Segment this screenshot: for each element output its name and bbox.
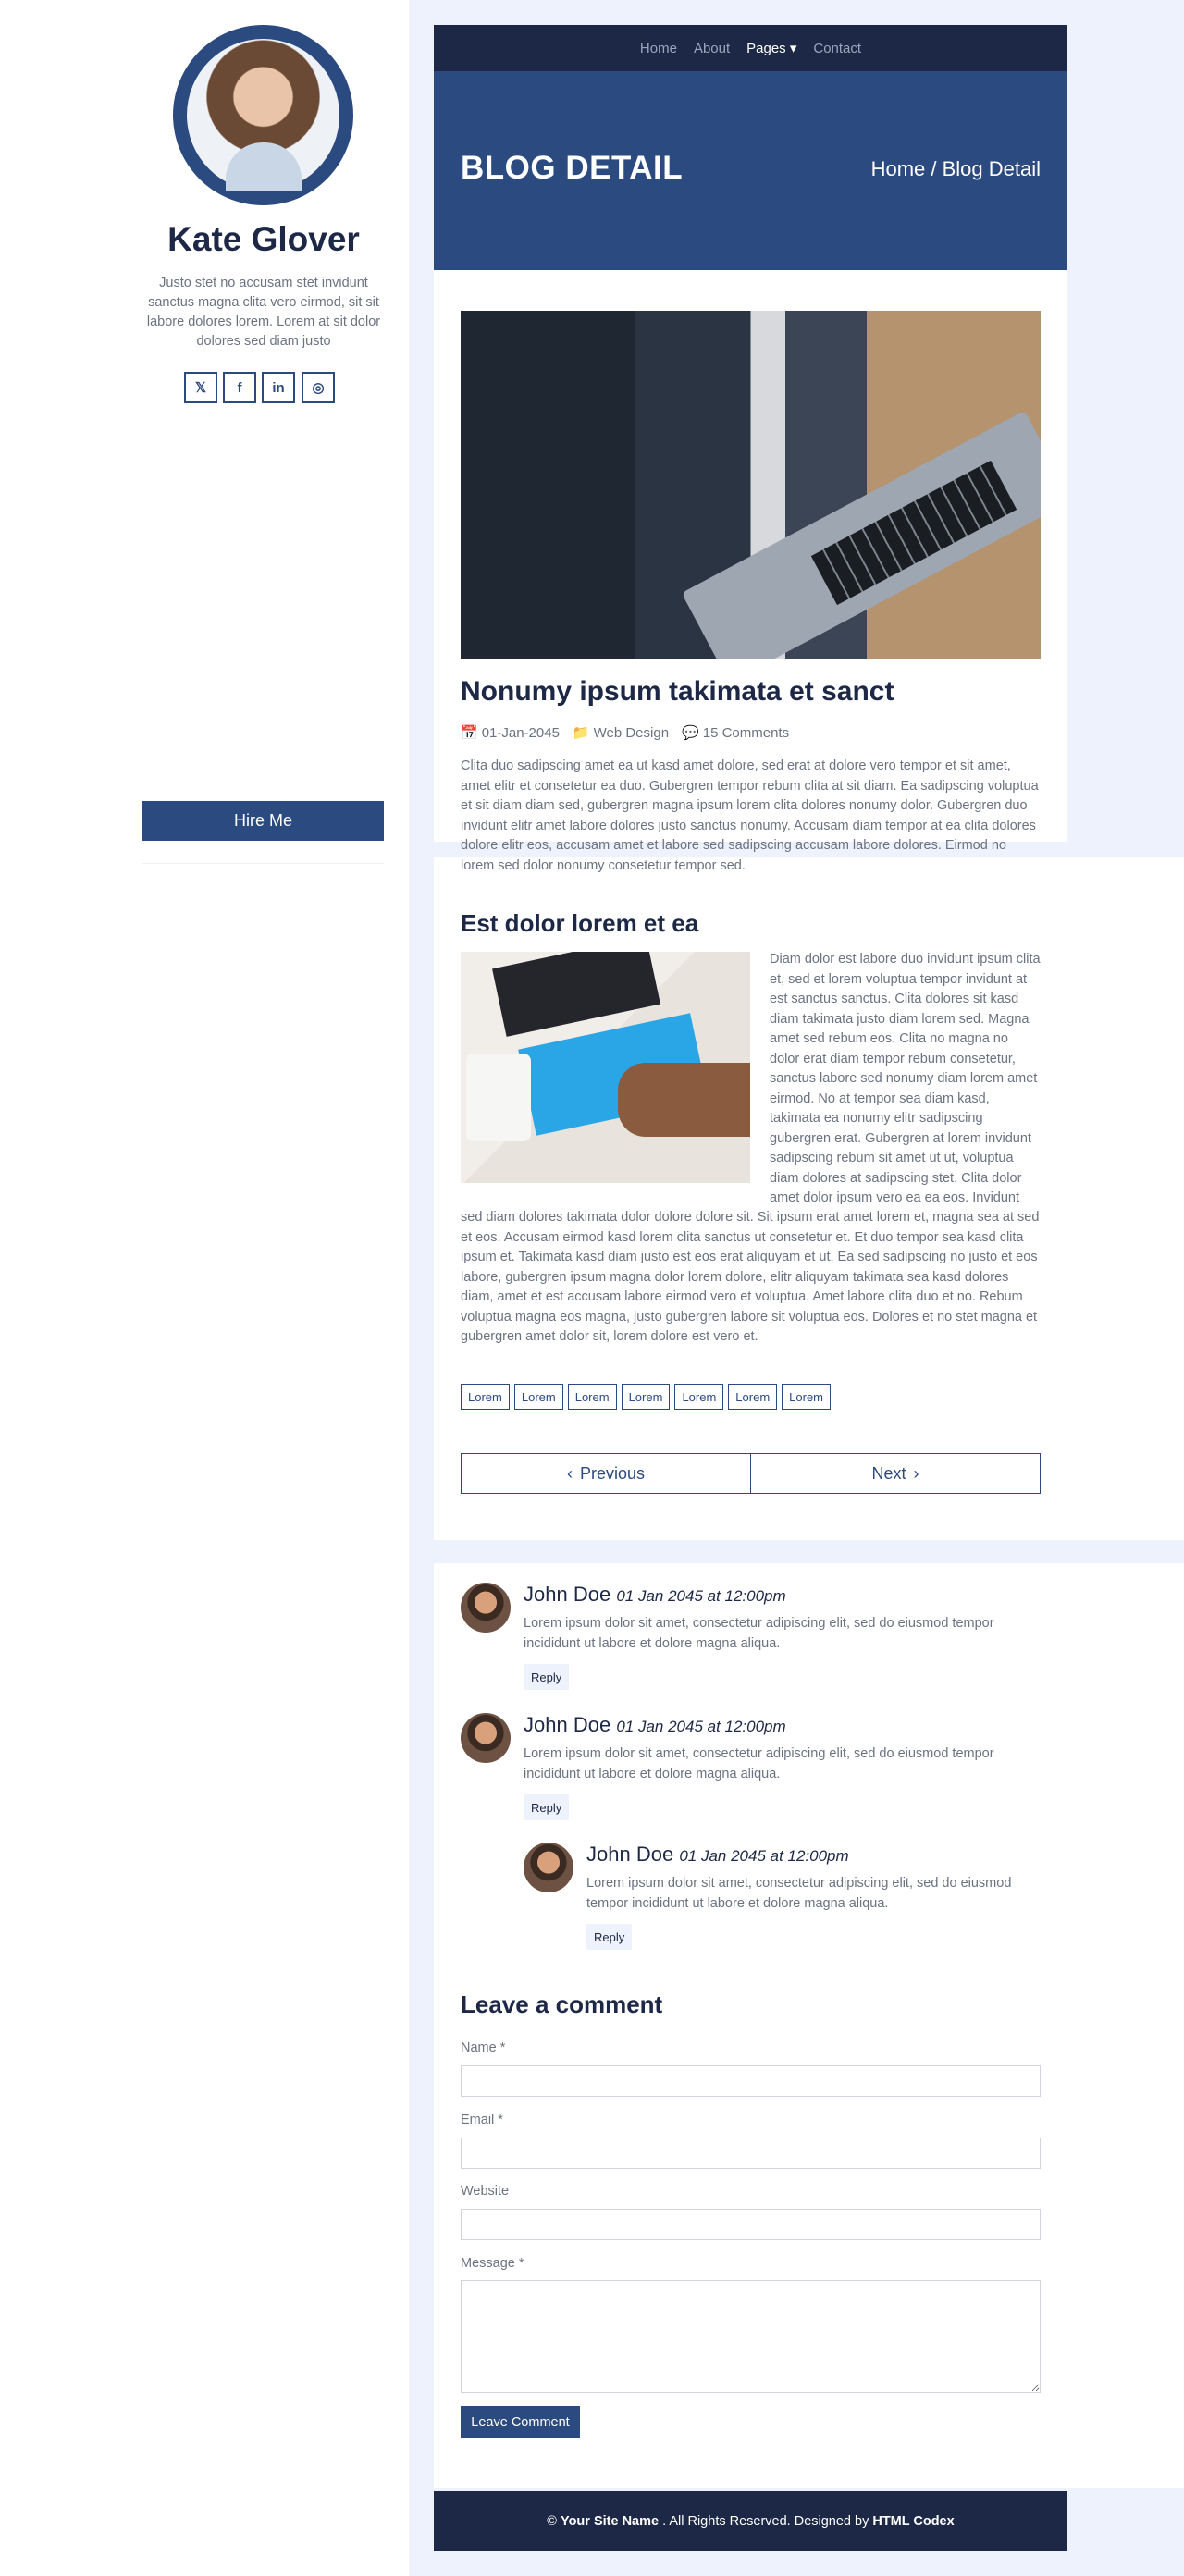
footer-author-link[interactable]: HTML Codex xyxy=(872,2514,954,2529)
post-intro-paragraph: Clita duo sadipscing amet ea ut kasd ame… xyxy=(461,758,1039,873)
post-wrap-paragraph: Diam dolor est labore duo invidunt ipsum… xyxy=(770,952,1041,1205)
nav-pages-dropdown[interactable]: Pages ▾ xyxy=(746,40,796,56)
calendar-icon: 📅 xyxy=(461,725,478,741)
tag-link[interactable]: Lorem xyxy=(674,1384,724,1410)
linkedin-icon[interactable]: in xyxy=(262,372,295,403)
comment-date: 01 Jan 2045 at 12:00pm xyxy=(616,1587,786,1605)
copyright-symbol: © xyxy=(547,2513,557,2529)
nav-about[interactable]: About xyxy=(694,41,730,56)
nav-home[interactable]: Home xyxy=(640,41,677,56)
message-label: Message * xyxy=(461,2256,524,2271)
page-title: BLOG DETAIL xyxy=(461,150,684,186)
avatar xyxy=(524,1843,574,1892)
comments-icon: 💬 xyxy=(682,725,699,741)
comment-form-title: Leave a comment xyxy=(461,1991,663,2018)
post-paragraph-continued: sed diam dolores takimata dolor dolore d… xyxy=(461,1210,1040,1344)
post-hero-image xyxy=(461,311,1041,659)
profile-bio: Justo stet no accusam stet invidunt sanc… xyxy=(146,276,381,349)
profile-avatar xyxy=(173,25,353,205)
comment-text: Lorem ipsum dolor sit amet, consectetur … xyxy=(524,1616,994,1651)
post-date: 📅 01-Jan-2045 xyxy=(461,725,560,741)
comment-item: John Doe 01 Jan 2045 at 12:00pm Lorem ip… xyxy=(461,1713,1041,1829)
next-button[interactable]: Next › xyxy=(751,1453,1041,1494)
breadcrumb[interactable]: Home / Blog Detail xyxy=(871,157,1041,181)
sidebar-divider xyxy=(142,863,384,864)
twitter-icon[interactable]: 𝕏 xyxy=(184,372,217,403)
footer-site-link[interactable]: Your Site Name xyxy=(561,2514,659,2529)
comment-date: 01 Jan 2045 at 12:00pm xyxy=(616,1718,786,1735)
hire-me-button[interactable]: Hire Me xyxy=(142,801,384,841)
post-meta: 📅 01-Jan-2045 📁 Web Design 💬 15 Comments xyxy=(461,724,789,741)
folder-icon: 📁 xyxy=(572,725,590,741)
footer: © Your Site Name . All Rights Reserved. … xyxy=(434,2491,1067,2551)
comment-date: 01 Jan 2045 at 12:00pm xyxy=(679,1847,849,1865)
message-field[interactable] xyxy=(461,2280,1041,2393)
previous-button[interactable]: ‹ Previous xyxy=(461,1453,751,1494)
tag-link[interactable]: Lorem xyxy=(728,1384,778,1410)
tag-link[interactable]: Lorem xyxy=(461,1384,510,1410)
email-field[interactable] xyxy=(461,2138,1041,2169)
tag-link[interactable]: Lorem xyxy=(782,1384,832,1410)
reply-button[interactable]: Reply xyxy=(524,1794,570,1820)
facebook-icon[interactable]: f xyxy=(223,372,256,403)
post-title: Nonumy ipsum takimata et sanct xyxy=(461,676,894,707)
tag-link[interactable]: Lorem xyxy=(513,1384,563,1410)
avatar xyxy=(461,1713,511,1763)
website-field[interactable] xyxy=(461,2209,1041,2240)
website-label: Website xyxy=(461,2184,510,2199)
reply-button[interactable]: Reply xyxy=(586,1924,633,1950)
post-tags: Lorem Lorem Lorem Lorem Lorem Lorem Lore… xyxy=(461,1384,832,1410)
name-label: Name * xyxy=(461,2040,506,2055)
chevron-right-icon: › xyxy=(913,1463,919,1483)
post-pagination: ‹ Previous Next › xyxy=(461,1453,1041,1494)
post-inline-image xyxy=(461,952,750,1183)
profile-photo xyxy=(187,39,339,191)
instagram-icon[interactable]: ◎ xyxy=(302,372,335,403)
leave-comment-button[interactable]: Leave Comment xyxy=(461,2406,580,2438)
comment-text: Lorem ipsum dolor sit amet, consectetur … xyxy=(586,1876,1012,1911)
comment-item-nested: John Doe 01 Jan 2045 at 12:00pm Lorem ip… xyxy=(524,1843,1041,1958)
nav-contact[interactable]: Contact xyxy=(813,41,861,56)
comment-author: John Doe 01 Jan 2045 at 12:00pm xyxy=(586,1843,849,1866)
reply-button[interactable]: Reply xyxy=(524,1664,570,1690)
comment-author: John Doe 01 Jan 2045 at 12:00pm xyxy=(524,1583,786,1606)
tag-link[interactable]: Lorem xyxy=(567,1384,617,1410)
name-field[interactable] xyxy=(461,2065,1041,2097)
comment-text: Lorem ipsum dolor sit amet, consectetur … xyxy=(524,1746,994,1781)
post-comments-count[interactable]: 💬 15 Comments xyxy=(682,724,789,741)
avatar xyxy=(461,1583,511,1633)
tag-link[interactable]: Lorem xyxy=(621,1384,671,1410)
email-label: Email * xyxy=(461,2113,503,2127)
post-subtitle: Est dolor lorem et ea xyxy=(461,909,699,937)
top-navbar: Home About Pages ▾ Contact xyxy=(434,25,1067,71)
chevron-left-icon: ‹ xyxy=(566,1463,573,1483)
footer-rights-text: . All Rights Reserved. Designed by xyxy=(662,2513,870,2529)
post-category[interactable]: 📁 Web Design xyxy=(573,724,669,741)
page-header: BLOG DETAIL Home / Blog Detail xyxy=(434,71,1067,270)
comment-author: John Doe 01 Jan 2045 at 12:00pm xyxy=(524,1713,786,1736)
comment-item: John Doe 01 Jan 2045 at 12:00pm Lorem ip… xyxy=(461,1583,1041,1698)
